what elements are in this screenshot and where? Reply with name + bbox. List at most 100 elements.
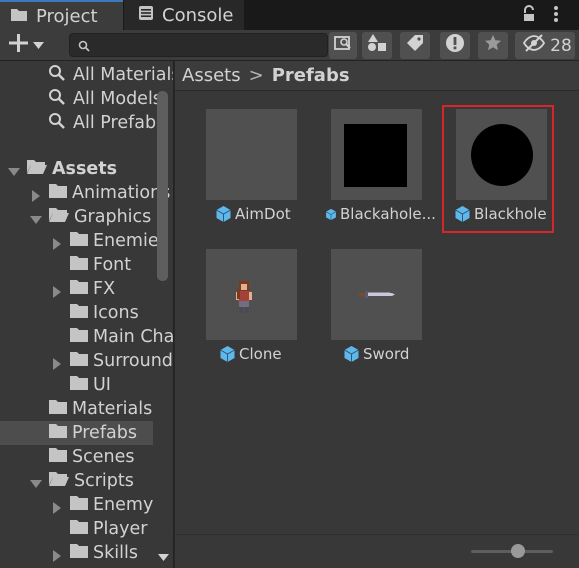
search-icon	[48, 88, 66, 111]
breadcrumb-separator: >	[248, 65, 264, 86]
filter-by-label-button[interactable]	[400, 32, 430, 59]
lock-icon[interactable]	[522, 5, 536, 28]
caret-down-icon[interactable]	[30, 211, 42, 224]
caret-down-icon[interactable]	[8, 163, 20, 176]
favorites-button[interactable]	[478, 32, 508, 59]
project-tree-panel[interactable]: All Materials All Models All Prefabs Ass…	[0, 61, 174, 568]
tree-item-player[interactable]: Player	[69, 517, 147, 541]
prefab-cube-icon	[216, 206, 231, 222]
folder-open-icon	[48, 207, 70, 228]
character-sprite	[236, 281, 252, 313]
folder-icon	[69, 255, 89, 276]
folder-icon	[48, 399, 68, 420]
tree-label: Enemy	[93, 495, 154, 515]
tag-icon	[406, 34, 424, 57]
asset-label: Blackaholе...	[325, 205, 436, 223]
breadcrumb-assets[interactable]: Assets	[182, 65, 241, 86]
console-icon	[138, 5, 154, 26]
tab-project-label: Project	[36, 5, 98, 27]
chevron-down-icon	[33, 35, 44, 55]
tree-item-graphics[interactable]: Graphics	[30, 205, 151, 229]
tree-label: Materials	[72, 399, 153, 419]
search-icon	[48, 64, 66, 87]
tree-label: Assets	[52, 159, 118, 179]
favorite-label: All Models	[73, 89, 162, 109]
caret-right-icon[interactable]	[51, 235, 63, 250]
search-input[interactable]	[69, 33, 328, 57]
breadcrumb: Assets > Prefabs	[175, 61, 579, 91]
caret-right-icon[interactable]	[51, 355, 63, 370]
favorite-label: All Prefabs	[73, 113, 166, 133]
tree-item-scripts[interactable]: Scripts	[30, 469, 134, 493]
tree-label: Main Character	[93, 327, 174, 347]
tree-item-icons[interactable]: Icons	[69, 301, 139, 325]
black-circle-sprite	[471, 124, 533, 186]
window-tab-bar: Project Console	[0, 0, 579, 30]
log-types-button[interactable]	[440, 32, 470, 59]
create-button[interactable]	[7, 32, 51, 59]
hidden-count-label: 28	[550, 35, 572, 56]
asset-zoom-bar	[175, 534, 579, 568]
asset-name: Blackhole	[474, 205, 547, 223]
folder-icon	[48, 183, 68, 204]
search-by-type-button[interactable]	[329, 32, 357, 59]
caret-down-icon[interactable]	[30, 475, 42, 488]
asset-browser-panel[interactable]: Assets > Prefabs AimDot Blackaholе... Bl…	[175, 61, 579, 568]
tree-item-materials[interactable]: Materials	[48, 397, 152, 421]
tree-label: Skills	[93, 543, 138, 563]
star-icon	[484, 34, 502, 57]
tree-label: FX	[93, 279, 116, 299]
folder-icon	[69, 279, 89, 300]
tree-item-prefabs[interactable]: Prefabs	[0, 421, 153, 445]
scroll-down-arrow-icon[interactable]	[158, 547, 169, 567]
warning-icon	[445, 33, 465, 58]
folder-open-icon	[26, 159, 48, 180]
breadcrumb-prefabs[interactable]: Prefabs	[272, 65, 350, 86]
tree-item-scenes[interactable]: Scenes	[48, 445, 134, 469]
filter-by-type-button[interactable]	[362, 32, 392, 59]
asset-name: Sword	[363, 345, 410, 363]
caret-right-icon[interactable]	[30, 187, 42, 202]
tab-project[interactable]: Project	[0, 0, 123, 30]
tree-item-ui[interactable]: UI	[69, 373, 111, 397]
asset-name: AimDot	[235, 205, 291, 223]
search-icon	[78, 40, 90, 52]
tree-item-animations[interactable]: Animations	[30, 181, 170, 205]
asset-thumbnail	[206, 249, 297, 340]
favorite-all-models[interactable]: All Models	[48, 87, 162, 111]
caret-right-icon[interactable]	[51, 283, 63, 298]
plus-icon	[7, 32, 29, 59]
caret-right-icon[interactable]	[51, 547, 63, 562]
caret-right-icon[interactable]	[51, 499, 63, 514]
folder-open-icon	[48, 471, 70, 492]
tree-label: Animations	[72, 183, 171, 203]
asset-label: Clone	[219, 345, 282, 363]
tab-console[interactable]: Console	[124, 0, 244, 30]
favorite-all-prefabs[interactable]: All Prefabs	[48, 111, 165, 135]
tree-item-fx[interactable]: FX	[51, 277, 115, 301]
tree-label: Icons	[93, 303, 139, 323]
zoom-slider-knob[interactable]	[511, 544, 525, 558]
asset-thumbnail	[206, 109, 297, 200]
tree-scrollbar-thumb[interactable]	[157, 91, 168, 281]
asset-name: Blackaholе...	[340, 205, 436, 223]
tree-item-main-character[interactable]: Main Character	[69, 325, 174, 349]
folder-icon	[69, 495, 89, 516]
tree-item-surroundings[interactable]: Surroundings	[51, 349, 173, 373]
asset-label: Blackhole	[454, 205, 547, 223]
tree-item-enemy[interactable]: Enemy	[51, 493, 153, 517]
tree-item-skills[interactable]: Skills	[51, 541, 138, 565]
tree-label: Scenes	[72, 447, 135, 467]
tree-item-enemies[interactable]: Enemies	[51, 229, 168, 253]
tree-item-font[interactable]: Font	[69, 253, 131, 277]
asset-thumbnail	[331, 109, 422, 200]
folder-icon	[69, 351, 89, 372]
favorite-all-materials[interactable]: All Materials	[48, 63, 173, 87]
hidden-packages-toggle[interactable]: 28	[515, 32, 575, 59]
tree-label: Graphics	[74, 207, 152, 227]
search-type-icon	[333, 33, 353, 58]
eye-slash-icon	[522, 34, 546, 57]
prefab-cube-icon	[220, 346, 235, 362]
tree-item-assets[interactable]: Assets	[8, 157, 117, 181]
more-options-icon[interactable]	[553, 5, 559, 28]
